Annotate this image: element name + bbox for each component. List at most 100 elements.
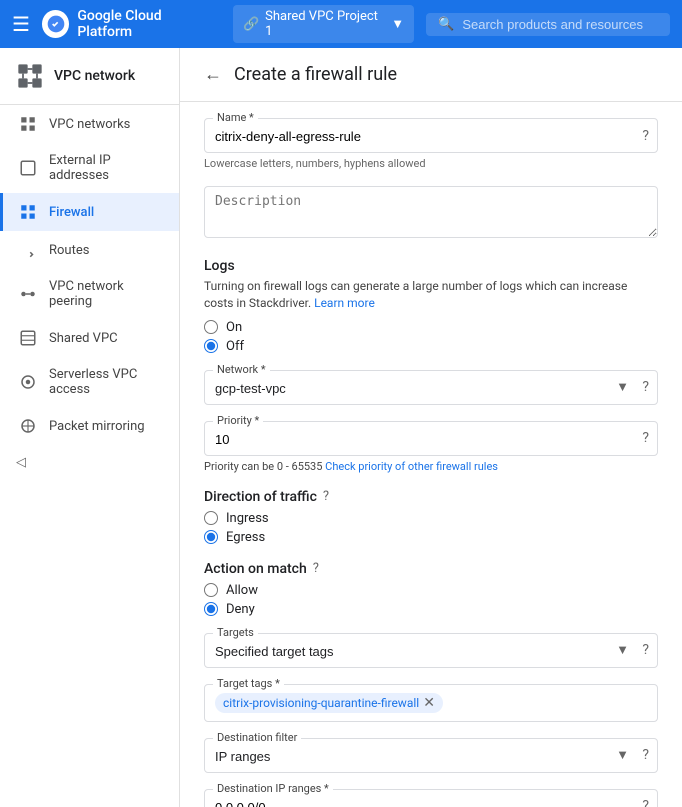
direction-ingress-label: Ingress [226, 511, 269, 526]
sidebar-item-serverless-vpc[interactable]: Serverless VPC access [0, 357, 179, 407]
direction-title: Direction of traffic [204, 489, 317, 505]
direction-egress-option[interactable]: Egress [204, 530, 658, 545]
sidebar-item-shared-vpc[interactable]: Shared VPC [0, 319, 179, 357]
dest-filter-section: Destination filter IP ranges ▼ ? [204, 738, 658, 773]
logs-on-label: On [226, 320, 242, 335]
dest-filter-help-icon[interactable]: ? [642, 747, 649, 763]
network-help-icon[interactable]: ? [642, 379, 649, 395]
logs-radio-group: On Off [204, 320, 658, 354]
logs-title: Logs [204, 258, 658, 274]
sidebar-collapse-button[interactable]: ◁ [0, 445, 179, 480]
targets-select[interactable]: Specified target tags [205, 634, 657, 667]
logs-off-label: Off [226, 339, 244, 354]
direction-ingress-radio[interactable] [204, 511, 218, 525]
sidebar-title: VPC network [54, 68, 135, 84]
project-label: Shared VPC Project 1 [265, 9, 385, 39]
sidebar-item-packet-mirroring[interactable]: Packet mirroring [0, 407, 179, 445]
sidebar-item-routes[interactable]: Routes [0, 231, 179, 269]
serverless-vpc-label: Serverless VPC access [49, 367, 163, 397]
tag-citrix: citrix-provisioning-quarantine-firewall … [215, 693, 443, 713]
shared-vpc-label: Shared VPC [49, 331, 118, 346]
action-title: Action on match [204, 561, 307, 577]
vpc-peering-label: VPC network peering [49, 279, 163, 309]
dest-ip-help-icon[interactable]: ? [642, 798, 649, 807]
search-input[interactable] [462, 17, 658, 32]
gcp-logo: Google Cloud Platform [42, 8, 217, 40]
hamburger-menu-icon[interactable]: ☰ [12, 12, 30, 36]
tag-citrix-label: citrix-provisioning-quarantine-firewall [223, 696, 419, 710]
project-selector[interactable]: 🔗 Shared VPC Project 1 ▼ [233, 5, 414, 43]
serverless-vpc-icon [19, 373, 37, 391]
priority-field-wrapper: Priority * ? [204, 421, 658, 456]
sidebar-item-vpc-peering[interactable]: VPC network peering [0, 269, 179, 319]
description-input[interactable] [204, 186, 658, 238]
sidebar-header: VPC network [0, 48, 179, 105]
search-bar[interactable]: 🔍 [426, 13, 670, 36]
external-ip-label: External IP addresses [49, 153, 163, 183]
direction-radio-group: Ingress Egress [204, 511, 658, 545]
targets-help-icon[interactable]: ? [642, 642, 649, 658]
action-allow-radio[interactable] [204, 583, 218, 597]
direction-help-icon[interactable]: ? [323, 489, 329, 504]
name-input[interactable] [205, 119, 657, 152]
page-header: ← Create a firewall rule [180, 48, 682, 102]
direction-section: Direction of traffic ? Ingress Egress [204, 489, 658, 545]
vpc-network-icon [16, 62, 44, 90]
priority-section: Priority * ? Priority can be 0 - 65535 C… [204, 421, 658, 473]
targets-label: Targets [213, 626, 258, 639]
action-allow-option[interactable]: Allow [204, 583, 658, 598]
name-field-wrapper: Name * ? [204, 118, 658, 153]
gcp-logo-text: Google Cloud Platform [77, 8, 217, 40]
logs-learn-more-link[interactable]: Learn more [314, 296, 375, 310]
name-section: Name * ? Lowercase letters, numbers, hyp… [204, 118, 658, 170]
action-deny-option[interactable]: Deny [204, 602, 658, 617]
action-section: Action on match ? Allow Deny [204, 561, 658, 617]
firewall-icon [19, 203, 37, 221]
logs-on-radio[interactable] [204, 320, 218, 334]
targets-field-wrapper: Targets Specified target tags ▼ ? [204, 633, 658, 668]
action-allow-label: Allow [226, 583, 258, 598]
logs-desc: Turning on firewall logs can generate a … [204, 278, 658, 312]
priority-link[interactable]: Check priority of other firewall rules [325, 460, 498, 473]
shared-icon: 🔗 [243, 17, 259, 32]
page-title: Create a firewall rule [234, 64, 397, 85]
action-help-icon[interactable]: ? [313, 561, 319, 576]
action-deny-radio[interactable] [204, 602, 218, 616]
network-field-wrapper: Network * gcp-test-vpc ▼ ? [204, 370, 658, 405]
direction-ingress-option[interactable]: Ingress [204, 511, 658, 526]
name-hint: Lowercase letters, numbers, hyphens allo… [204, 157, 658, 170]
targets-section: Targets Specified target tags ▼ ? [204, 633, 658, 668]
tag-remove-icon[interactable]: ✕ [423, 695, 435, 711]
target-tags-input[interactable]: citrix-provisioning-quarantine-firewall … [205, 685, 657, 721]
back-button[interactable]: ← [204, 64, 222, 85]
logs-on-option[interactable]: On [204, 320, 658, 335]
network-label: Network * [213, 363, 270, 376]
sidebar: VPC network VPC networks External IP add… [0, 48, 180, 807]
form-content: Name * ? Lowercase letters, numbers, hyp… [180, 102, 682, 807]
sidebar-item-external-ip[interactable]: External IP addresses [0, 143, 179, 193]
logs-section: Logs Turning on firewall logs can genera… [204, 258, 658, 354]
packet-mirroring-label: Packet mirroring [49, 419, 145, 434]
dest-ip-section: Destination IP ranges * ? [204, 789, 658, 807]
priority-input[interactable] [205, 422, 657, 455]
logs-off-radio[interactable] [204, 339, 218, 353]
external-ip-icon [19, 159, 37, 177]
vpc-networks-icon [19, 115, 37, 133]
firewall-label: Firewall [49, 205, 94, 220]
priority-help-icon[interactable]: ? [642, 430, 649, 446]
direction-egress-radio[interactable] [204, 530, 218, 544]
dest-filter-field-wrapper: Destination filter IP ranges ▼ ? [204, 738, 658, 773]
vpc-peering-icon [19, 285, 37, 303]
action-radio-group: Allow Deny [204, 583, 658, 617]
sidebar-item-vpc-networks[interactable]: VPC networks [0, 105, 179, 143]
top-navbar: ☰ Google Cloud Platform 🔗 Shared VPC Pro… [0, 0, 682, 48]
description-section [204, 186, 658, 242]
target-tags-label: Target tags * [213, 677, 284, 690]
name-help-icon[interactable]: ? [642, 128, 649, 144]
priority-label: Priority * [213, 414, 263, 427]
logs-off-option[interactable]: Off [204, 339, 658, 354]
target-tags-section: Target tags * citrix-provisioning-quaran… [204, 684, 658, 722]
sidebar-item-firewall[interactable]: Firewall [0, 193, 179, 231]
search-icon: 🔍 [438, 17, 454, 32]
network-select[interactable]: gcp-test-vpc [205, 371, 657, 404]
